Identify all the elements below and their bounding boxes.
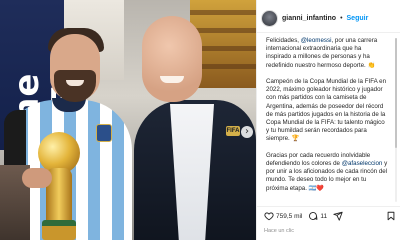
instagram-post: The FIFA FIFA › [0, 0, 400, 240]
post-photo[interactable]: The FIFA FIFA › [0, 0, 256, 240]
comment-icon[interactable] [308, 211, 318, 221]
comment-input[interactable] [264, 226, 396, 236]
username-link[interactable]: gianni_infantino [282, 15, 336, 22]
mention-link-leomessi[interactable]: @leomessi [301, 37, 332, 44]
caption-paragraph-3: Gracias por cada recuerdo inolvidable de… [266, 152, 388, 193]
post-header: gianni_infantino • Seguir [261, 9, 397, 27]
actions-divider [257, 206, 400, 207]
caption-text: Felicidades, [266, 37, 301, 44]
fifa-pin-label: FIFA [226, 128, 240, 134]
comments-count: 11 [320, 212, 328, 220]
post-side-panel: gianni_infantino • Seguir Felicidades, @… [256, 0, 400, 240]
infantino-head [142, 16, 202, 102]
header-divider [257, 32, 400, 33]
comment-action[interactable]: 11 [308, 211, 327, 221]
scrollbar-thumb[interactable] [395, 38, 397, 148]
likes-count: 759,5 mil [276, 212, 303, 220]
follow-button[interactable]: Seguir [347, 15, 369, 22]
afa-badge [96, 124, 112, 142]
messi-shoulder [4, 110, 26, 170]
share-action[interactable] [333, 211, 343, 221]
caption-scrollbar[interactable] [395, 38, 397, 202]
avatar[interactable] [261, 9, 278, 27]
infantino-smile [160, 76, 184, 83]
like-action[interactable]: 759,5 mil [264, 211, 302, 221]
post-caption: Felicidades, @leomessi, por una carrera … [266, 37, 388, 209]
separator-dot: • [340, 14, 343, 22]
mention-link-afaseleccion[interactable]: @afaseleccion [342, 160, 383, 167]
like-icon[interactable] [264, 211, 274, 221]
caption-paragraph-2: Campeón de la Copa Mundial de la FIFA en… [266, 78, 387, 143]
save-action[interactable] [386, 211, 396, 221]
save-icon[interactable] [386, 211, 396, 221]
chevron-right-icon[interactable]: › [241, 126, 253, 138]
messi-beard [54, 70, 96, 102]
share-icon[interactable] [333, 211, 343, 221]
caption-paragraph-1: Felicidades, @leomessi, por una carrera … [266, 37, 388, 70]
hand-holding-trophy [22, 168, 52, 188]
action-bar: 759,5 mil 11 [264, 210, 396, 222]
